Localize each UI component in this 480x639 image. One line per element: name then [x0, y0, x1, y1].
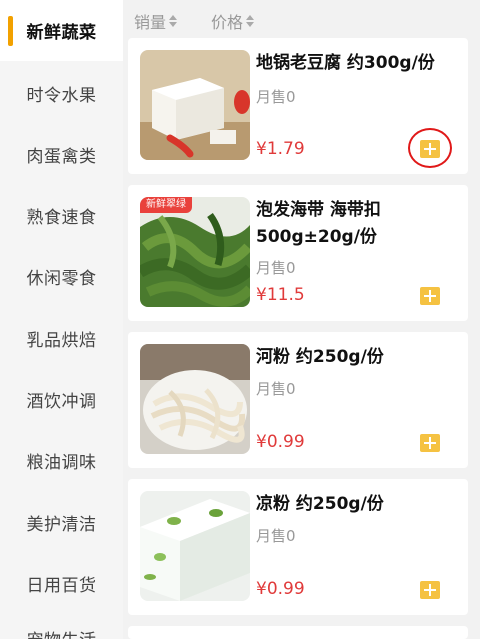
product-price: ¥0.99	[256, 432, 305, 452]
product-image-kelp: 新鲜翠绿	[140, 197, 250, 307]
sidebar-item-label: 熟食速食	[26, 208, 97, 228]
sidebar-item-grain-oil[interactable]: 粮油调味	[0, 430, 123, 491]
highlight-circle	[408, 128, 452, 168]
product-title[interactable]: 凉粉 约250g/份	[256, 491, 458, 518]
product-sales: 月售0	[256, 380, 296, 398]
category-sidebar: 新鲜蔬菜 时令水果 肉蛋禽类 熟食速食 休闲零食 乳品烘焙 酒饮冲调 粮油调味 …	[0, 0, 123, 639]
sidebar-item-label: 乳品烘焙	[26, 331, 97, 351]
add-to-cart-button[interactable]	[420, 287, 440, 305]
product-title[interactable]: 地锅老豆腐 约300g/份	[256, 50, 458, 77]
product-sales: 月售0	[256, 259, 296, 277]
product-card[interactable]: 新鲜翠绿 泡发海带 海带扣 500g±20g/份 月售0 ¥11.5	[128, 185, 468, 321]
sidebar-item-snacks[interactable]: 休闲零食	[0, 246, 123, 307]
product-card-partial[interactable]	[128, 626, 468, 639]
product-title[interactable]: 河粉 约250g/份	[256, 344, 458, 371]
sidebar-item-cooked-food[interactable]: 熟食速食	[0, 185, 123, 246]
product-card[interactable]: 地锅老豆腐 约300g/份 月售0 ¥1.79	[128, 38, 468, 174]
product-card[interactable]: 凉粉 约250g/份 月售0 ¥0.99	[128, 479, 468, 615]
sort-arrows-icon	[246, 15, 255, 27]
sidebar-item-dairy-bakery[interactable]: 乳品烘焙	[0, 308, 123, 369]
sort-sales-label: 销量	[134, 13, 167, 32]
sidebar-item-label: 宠物生活	[27, 626, 97, 639]
sidebar-item-meat-eggs[interactable]: 肉蛋禽类	[0, 124, 123, 185]
sidebar-item-seasonal-fruit[interactable]: 时令水果	[0, 63, 123, 124]
add-to-cart-button[interactable]	[420, 434, 440, 452]
sidebar-item-daily-goods[interactable]: 日用百货	[0, 553, 123, 614]
sidebar-item-label: 酒饮冲调	[26, 392, 97, 412]
sidebar-item-label: 粮油调味	[26, 453, 97, 473]
sidebar-item-beauty-cleaning[interactable]: 美护清洁	[0, 492, 123, 553]
active-indicator	[8, 16, 13, 46]
sidebar-item-pet-life[interactable]: 宠物生活	[0, 626, 123, 639]
sidebar-item-label: 日用百货	[26, 576, 97, 596]
sort-by-sales[interactable]: 销量	[134, 9, 178, 33]
product-title[interactable]: 泡发海带 海带扣 500g±20g/份	[256, 197, 458, 251]
sidebar-item-label: 休闲零食	[26, 269, 97, 289]
product-sales: 月售0	[256, 88, 296, 106]
product-price: ¥11.5	[256, 285, 305, 305]
sidebar-item-fresh-vegetables[interactable]: 新鲜蔬菜	[0, 0, 123, 61]
fresh-tag: 新鲜翠绿	[140, 197, 192, 213]
product-card[interactable]: 河粉 约250g/份 月售0 ¥0.99	[128, 332, 468, 468]
sidebar-item-label: 肉蛋禽类	[26, 147, 97, 167]
product-image-jelly	[140, 491, 250, 601]
add-to-cart-button[interactable]	[420, 581, 440, 599]
sidebar-item-label: 时令水果	[26, 86, 97, 106]
product-image-rice-noodles	[140, 344, 250, 454]
sidebar-item-drinks[interactable]: 酒饮冲调	[0, 369, 123, 430]
sort-arrows-icon	[169, 15, 178, 27]
sidebar-item-label: 新鲜蔬菜	[26, 23, 97, 43]
sort-by-price[interactable]: 价格	[211, 9, 255, 33]
product-image-tofu	[140, 50, 250, 160]
product-price: ¥0.99	[256, 579, 305, 599]
product-price: ¥1.79	[256, 139, 305, 159]
product-sales: 月售0	[256, 527, 296, 545]
sidebar-item-label: 美护清洁	[26, 515, 97, 535]
sort-price-label: 价格	[211, 13, 244, 32]
sort-bar: 销量 价格	[123, 0, 480, 38]
